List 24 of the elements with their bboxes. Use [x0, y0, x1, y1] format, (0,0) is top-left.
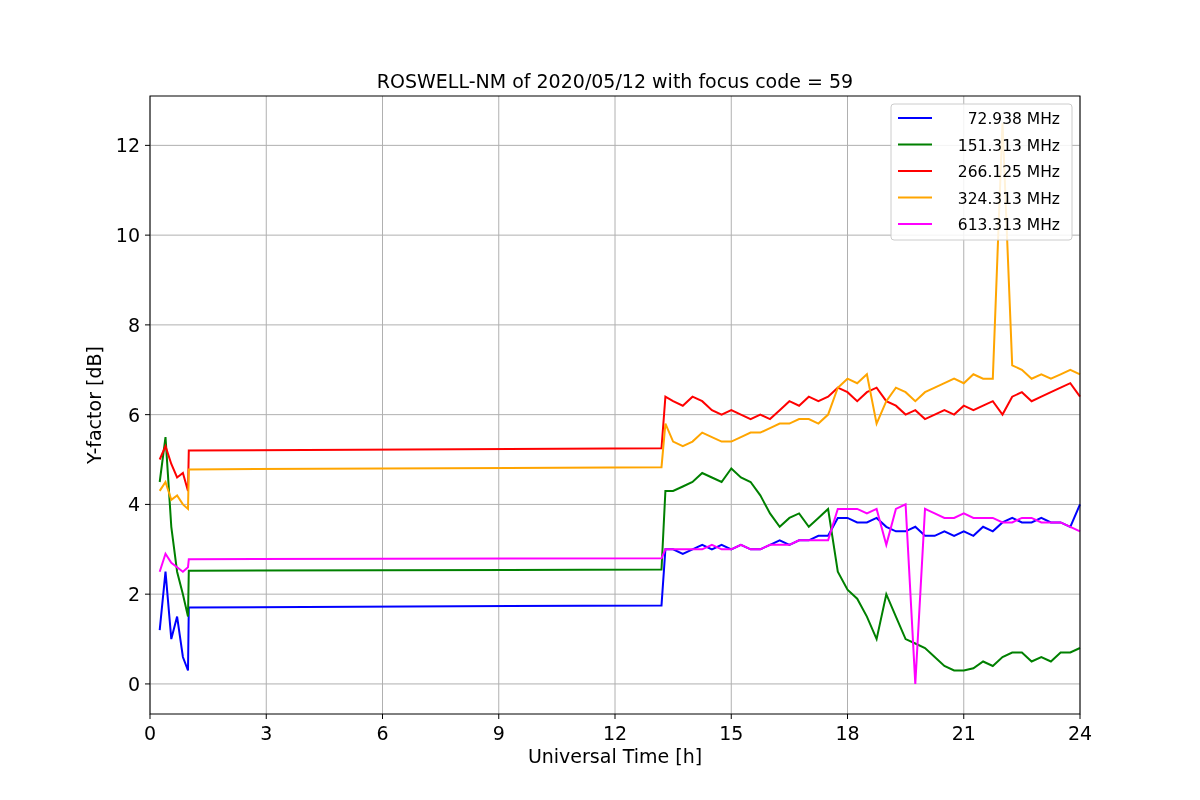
legend-label: 266.125 MHz	[957, 163, 1060, 181]
y-tick-label: 12	[115, 134, 140, 157]
x-tick-label: 9	[492, 722, 505, 744]
y-tick-label: 6	[127, 403, 140, 426]
y-tick-label: 4	[127, 493, 140, 516]
x-tick-label: 18	[835, 722, 860, 744]
legend-label: 613.313 MHz	[957, 216, 1060, 234]
chart-title: ROSWELL-NM of 2020/05/12 with focus code = 59	[376, 70, 854, 92]
x-tick-label: 24	[1067, 722, 1093, 744]
legend-label: 72.938 MHz	[967, 110, 1060, 128]
x-axis-label: Universal Time [h]	[527, 745, 703, 767]
x-tick-label: 12	[602, 722, 628, 744]
y-tick-label: 8	[127, 313, 140, 336]
y-tick-label: 0	[127, 672, 140, 695]
x-tick-label: 3	[260, 722, 273, 744]
y-axis-label: Y-factor [dB]	[83, 346, 105, 464]
legend-label: 151.313 MHz	[957, 136, 1060, 155]
y-tick-label: 10	[115, 224, 140, 247]
legend-label: 324.313 MHz	[957, 189, 1060, 208]
x-tick-label: 15	[719, 722, 744, 744]
y-tick-label: 2	[127, 583, 140, 606]
x-tick-label: 6	[376, 722, 389, 744]
x-tick-label: 21	[951, 722, 976, 744]
x-tick-label: 0	[143, 722, 157, 744]
